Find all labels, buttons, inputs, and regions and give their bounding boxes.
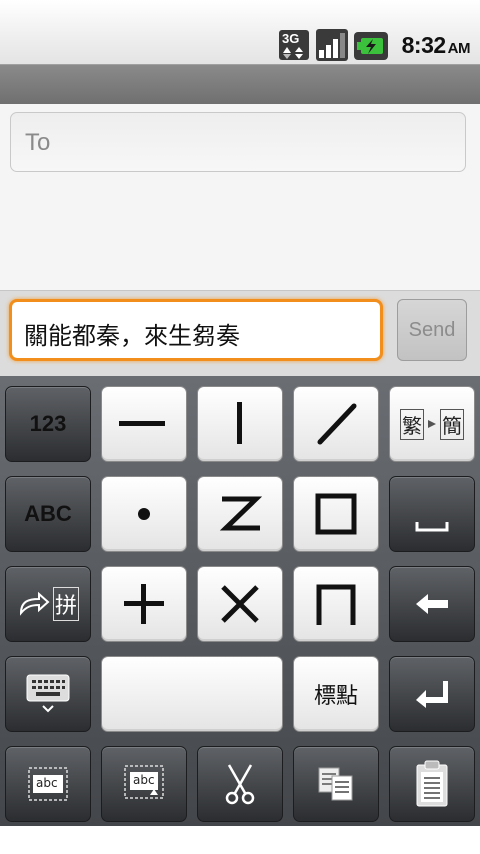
stroke-left-falling-key[interactable] <box>293 386 379 462</box>
bottom-strip <box>0 826 480 854</box>
enter-key[interactable] <box>389 656 475 732</box>
send-label: Send <box>408 318 456 341</box>
select-all-icon: abc <box>124 765 164 803</box>
message-input[interactable]: 關能都秦，來生芻奏 <box>9 299 383 361</box>
select-all-key[interactable]: abc <box>101 746 187 822</box>
horizontal-stroke-icon <box>119 421 165 426</box>
mode-123-key[interactable]: 123 <box>5 386 91 462</box>
time-text: 8:32 <box>401 32 447 58</box>
stroke-plus-key[interactable] <box>101 566 187 642</box>
stroke-hook-key[interactable] <box>293 566 379 642</box>
dot-stroke-icon <box>138 508 150 520</box>
simp-char: 簡 <box>440 408 464 440</box>
hide-keyboard-key[interactable] <box>5 656 91 732</box>
cut-key[interactable] <box>197 746 283 822</box>
pinyin-switch-key[interactable]: 拼 <box>5 566 91 642</box>
recipient-placeholder: To <box>25 129 51 156</box>
abc-small-label: abc <box>36 776 58 790</box>
copy-icon <box>318 767 353 801</box>
stroke-vertical-key[interactable] <box>197 386 283 462</box>
vertical-stroke-icon <box>237 402 242 444</box>
trad-char: 繁 <box>400 408 424 440</box>
cross-stroke-icon <box>221 585 259 623</box>
hide-keyboard-icon <box>26 674 70 713</box>
mode-abc-label: ABC <box>24 501 72 526</box>
space-bar-key[interactable] <box>101 656 283 732</box>
status-time: 8:32 AM <box>401 32 471 59</box>
message-bar: 關能都秦，來生芻奏 Send <box>0 290 480 377</box>
punctuation-label: 標點 <box>313 684 358 709</box>
abc-small-label-2: abc <box>133 773 155 787</box>
traditional-to-simplified-icon: 繁 簡 <box>400 408 464 440</box>
punctuation-key[interactable]: 標點 <box>293 656 379 732</box>
backspace-key[interactable] <box>389 566 475 642</box>
z-fold-stroke-icon <box>219 496 262 531</box>
switch-pinyin-icon: 拼 <box>17 587 79 621</box>
cut-icon <box>225 764 255 805</box>
paste-key[interactable] <box>389 746 475 822</box>
battery-charging-icon <box>354 32 388 64</box>
traditional-simplified-key[interactable]: 繁 簡 <box>389 386 475 462</box>
stroke-square-key[interactable] <box>293 476 379 552</box>
status-bar: 3G 8:32 AM <box>0 0 480 64</box>
mode-abc-key[interactable]: ABC <box>5 476 91 552</box>
time-ampm: AM <box>447 40 471 57</box>
plus-stroke-icon <box>124 584 164 624</box>
space-icon <box>415 522 449 532</box>
stroke-cross-key[interactable] <box>197 566 283 642</box>
compose-area: To <box>0 104 480 290</box>
title-bar <box>0 64 480 105</box>
stroke-zfold-key[interactable] <box>197 476 283 552</box>
copy-key[interactable] <box>293 746 379 822</box>
message-text: 關能都秦，來生芻奏 <box>24 322 240 350</box>
send-button[interactable]: Send <box>397 299 467 361</box>
left-falling-stroke-icon <box>317 403 357 445</box>
square-stroke-icon <box>315 493 357 535</box>
enter-icon <box>416 681 448 708</box>
mode-123-label: 123 <box>29 411 67 436</box>
pinyin-char: 拼 <box>52 587 79 621</box>
3g-data-icon: 3G <box>278 29 310 65</box>
select-text-key[interactable]: abc <box>5 746 91 822</box>
stroke-keyboard: 123 繁 簡 ABC 拼 標點 abc abc <box>0 376 480 826</box>
svg-text:3G: 3G <box>282 31 299 46</box>
stroke-horizontal-key[interactable] <box>101 386 187 462</box>
paste-icon <box>416 760 448 807</box>
stroke-dot-key[interactable] <box>101 476 187 552</box>
hook-stroke-icon <box>316 584 356 625</box>
backspace-icon <box>416 594 448 614</box>
recipient-field[interactable]: To <box>10 112 466 172</box>
signal-strength-icon <box>316 29 348 65</box>
select-text-icon: abc <box>28 767 68 801</box>
space-key[interactable] <box>389 476 475 552</box>
